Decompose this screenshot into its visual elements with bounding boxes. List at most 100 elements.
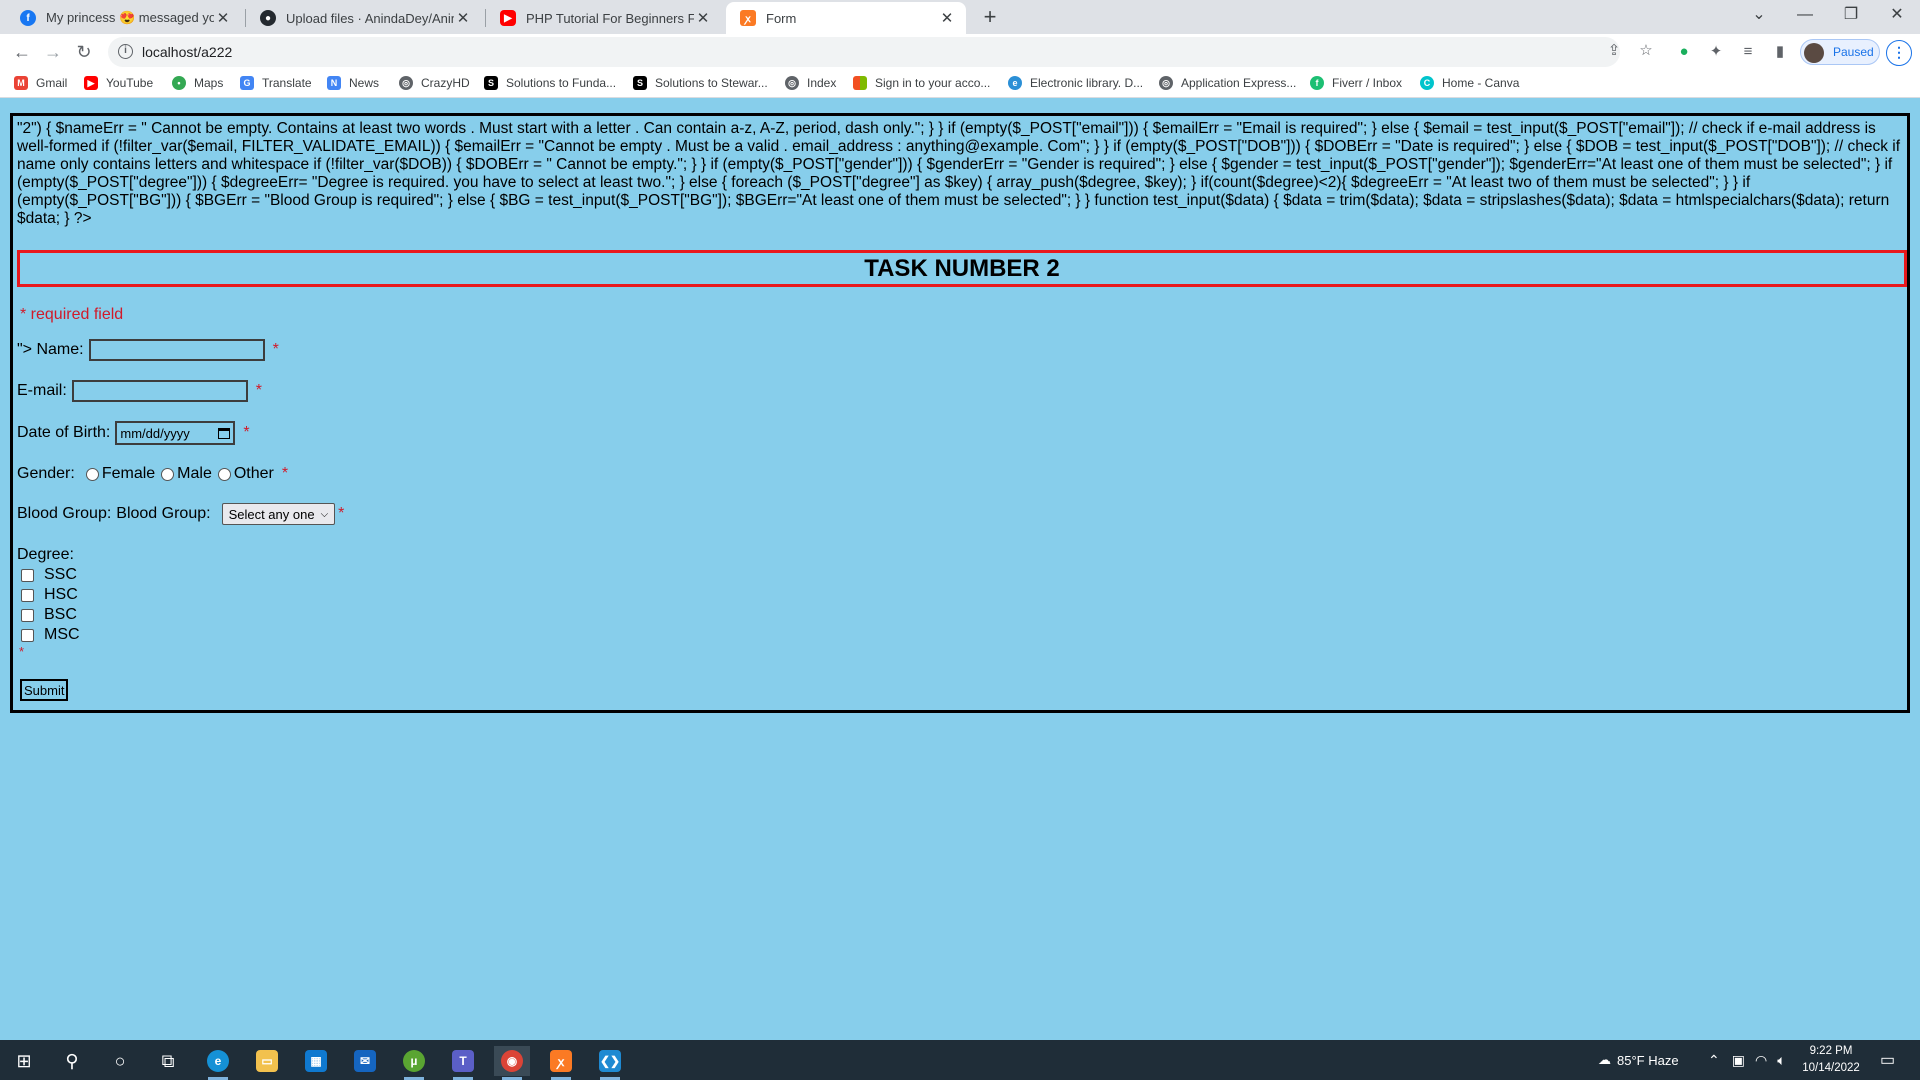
tab-search-icon[interactable]: ⌄ [1736,2,1782,28]
blood-group-selected: Select any one [228,506,315,522]
side-panel-icon[interactable]: ▮ [1770,42,1790,62]
globe-icon: ◎ [1159,76,1173,90]
edge-icon[interactable]: e [200,1046,236,1080]
reload-icon[interactable]: ↻ [72,40,96,64]
bookmark-label: YouTube [106,76,154,90]
youtube-icon: ▶ [84,76,98,90]
bookmark-solutions-stewart[interactable]: S Solutions to Stewar... [633,76,768,90]
back-icon[interactable]: ← [10,40,34,64]
vscode-icon[interactable]: ❮❯ [592,1046,628,1080]
globe-icon: ◎ [399,76,413,90]
wifi-icon[interactable]: ◠ [1755,1052,1767,1069]
degree-hsc-checkbox[interactable] [21,588,34,602]
cortana-icon[interactable]: ○ [102,1046,138,1076]
minimize-button[interactable]: — [1782,2,1828,28]
grammarly-icon[interactable]: ● [1674,42,1694,62]
microsoft-icon [853,76,867,90]
chevron-down-icon: ⌵ [320,508,329,520]
store-icon[interactable]: ▦ [298,1046,334,1076]
task-view-icon[interactable]: ⧉ [150,1046,186,1076]
blood-group-label-2: Blood Group: [116,505,211,522]
bookmark-label: Solutions to Funda... [506,76,617,90]
bookmark-gmail[interactable]: M Gmail [14,76,67,90]
close-icon[interactable]: ✕ [694,9,712,27]
tab-facebook[interactable]: f My princess 😍 messaged you ✕ [6,2,242,34]
bookmark-index[interactable]: ◎ Index [785,76,836,90]
profile-button[interactable]: Paused [1800,39,1880,65]
bookmark-translate[interactable]: G Translate [240,76,312,90]
bookmark-solutions-funda[interactable]: S Solutions to Funda... [484,76,616,90]
degree-bsc-label: BSC [44,606,77,623]
start-icon[interactable]: ⊞ [6,1046,42,1076]
bookmark-electronic-library[interactable]: e Electronic library. D... [1008,76,1143,90]
gender-male-radio[interactable] [161,467,175,481]
chrome-icon[interactable]: ◉ [494,1046,530,1080]
meet-now-icon[interactable]: ▣ [1732,1052,1745,1069]
bookmark-maps[interactable]: • Maps [172,76,223,90]
address-bar[interactable]: i localhost/a222 ⇪ ☆ [108,37,1653,67]
name-input[interactable] [88,339,265,361]
mail-icon[interactable]: ✉ [347,1046,383,1076]
new-tab-button[interactable]: + [976,4,1004,30]
notification-icon[interactable]: ▭ [1880,1040,1895,1080]
chrome-menu-icon[interactable]: ⋮ [1886,40,1912,66]
show-hidden-icons-icon[interactable]: ⌃ [1708,1052,1720,1069]
close-icon[interactable]: ✕ [454,9,472,27]
degree-ssc-row: SSC [17,566,77,584]
degree-required-row: * [17,644,24,659]
email-input[interactable] [71,380,248,402]
submit-button[interactable]: Submit [20,679,69,701]
tab-youtube[interactable]: ▶ PHP Tutorial For Beginners Full B ✕ [486,2,722,34]
clock-date: 10/14/2022 [1802,1062,1860,1074]
share-icon[interactable]: ⇪ [1604,41,1624,61]
bookmark-news[interactable]: N News [327,76,379,90]
bookmark-canva[interactable]: C Home - Canva [1420,76,1519,90]
email-row: E-mail: * [17,380,262,402]
bookmark-application-express[interactable]: ◎ Application Express... [1159,76,1296,90]
dob-input[interactable]: mm/dd/yyyy [115,421,236,445]
gender-female-radio[interactable] [85,467,99,481]
page-container: "2") { $nameErr = " Cannot be empty. Con… [10,113,1910,713]
degree-msc-checkbox[interactable] [21,628,34,642]
required-star: * [272,341,279,358]
tab-github[interactable]: ● Upload files · AnindaDey/Aninda ✕ [246,2,482,34]
bookmark-youtube[interactable]: ▶ YouTube [84,76,153,90]
close-window-button[interactable]: ✕ [1874,2,1920,28]
restore-button[interactable]: ❐ [1828,2,1874,28]
close-icon[interactable]: ✕ [938,9,956,27]
weather-text: 85°F Haze [1617,1052,1679,1068]
info-icon[interactable]: i [118,44,133,59]
blood-group-select[interactable]: Select any one ⌵ [221,503,336,525]
degree-bsc-checkbox[interactable] [21,608,34,622]
bookmark-crazyhd[interactable]: ◎ CrazyHD [399,76,470,90]
volume-icon[interactable]: 🔈︎ [1777,1052,1785,1069]
forward-icon[interactable]: → [41,40,65,64]
gender-male-label: Male [177,465,212,482]
clock[interactable]: 9:22 PM 10/14/2022 [1800,1043,1862,1077]
dob-row: Date of Birth: mm/dd/yyyy * [17,421,250,445]
gender-other-radio[interactable] [217,467,231,481]
canva-icon: C [1420,76,1434,90]
file-explorer-icon[interactable]: ▭ [249,1046,285,1076]
search-icon[interactable]: ⚲ [54,1046,90,1076]
tab-form[interactable]: ꭗ Form ✕ [726,2,966,34]
bookmark-fiverr[interactable]: f Fiverr / Inbox [1310,76,1402,90]
weather-widget[interactable]: ☁ 85°F Haze [1598,1040,1679,1080]
extensions-icon[interactable]: ✦ [1706,42,1726,62]
media-controls-icon[interactable]: ≡ [1738,42,1758,62]
calendar-icon[interactable] [218,427,231,439]
star-icon[interactable]: ☆ [1636,41,1656,61]
close-icon[interactable]: ✕ [214,9,232,27]
tab-strip: f My princess 😍 messaged you ✕ ● Upload … [0,0,1920,34]
utorrent-icon[interactable]: µ [396,1046,432,1080]
degree-msc-label: MSC [44,626,80,643]
degree-msc-row: MSC [17,626,80,644]
teams-icon[interactable]: T [445,1046,481,1080]
bookmark-label: Sign in to your acco... [875,76,991,90]
tab-label: Form [766,10,797,26]
degree-ssc-checkbox[interactable] [21,568,34,582]
bookmark-microsoft[interactable]: Sign in to your acco... [853,76,990,90]
bookmark-label: News [349,76,380,90]
xampp-icon[interactable]: ꭗ [543,1046,579,1080]
fiverr-icon: f [1310,76,1324,90]
